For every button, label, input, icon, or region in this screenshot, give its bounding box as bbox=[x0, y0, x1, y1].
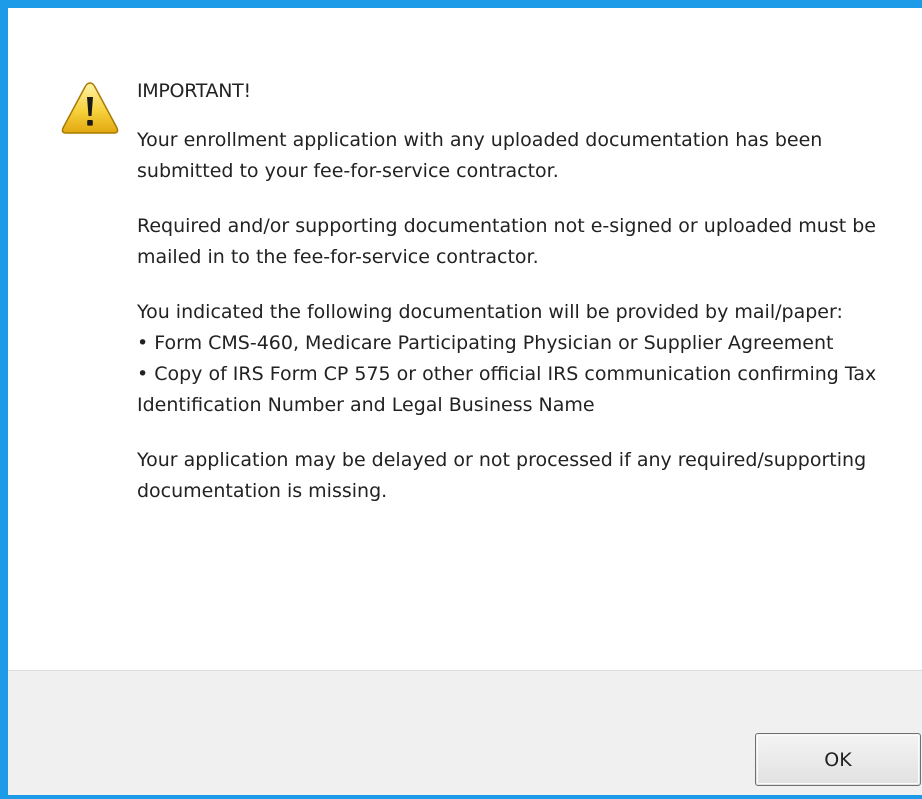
bullet: • bbox=[137, 332, 149, 354]
dialog-content: IMPORTANT! Your enrollment application w… bbox=[8, 8, 922, 670]
message-body: IMPORTANT! Your enrollment application w… bbox=[137, 76, 877, 531]
list-item-text: Copy of IRS Form CP 575 or other officia… bbox=[137, 363, 877, 416]
ok-button[interactable]: OK bbox=[755, 733, 921, 786]
bullet: • bbox=[137, 363, 149, 385]
dialog-title: IMPORTANT! bbox=[137, 80, 251, 102]
list-item: • Copy of IRS Form CP 575 or other offici… bbox=[137, 359, 877, 421]
window-frame-top bbox=[0, 0, 922, 8]
delay-warning-paragraph: Your application may be delayed or not p… bbox=[137, 449, 867, 502]
dialog-footer: OK bbox=[8, 670, 922, 795]
submission-paragraph: Your enrollment application with any upl… bbox=[137, 129, 823, 182]
documentation-list: • Form CMS-460, Medicare Participating Ph… bbox=[137, 328, 877, 421]
ok-button-label: OK bbox=[824, 748, 852, 771]
documentation-intro: You indicated the following documentatio… bbox=[137, 301, 843, 323]
mailing-paragraph: Required and/or supporting documentation… bbox=[137, 215, 876, 268]
alert-dialog: IMPORTANT! Your enrollment application w… bbox=[0, 0, 922, 799]
list-item: • Form CMS-460, Medicare Participating Ph… bbox=[137, 328, 877, 359]
window-frame-bottom bbox=[0, 795, 922, 799]
warning-triangle-icon bbox=[61, 82, 119, 134]
window-frame-left bbox=[0, 0, 8, 799]
list-item-text: Form CMS-460, Medicare Participating Phy… bbox=[154, 332, 834, 354]
